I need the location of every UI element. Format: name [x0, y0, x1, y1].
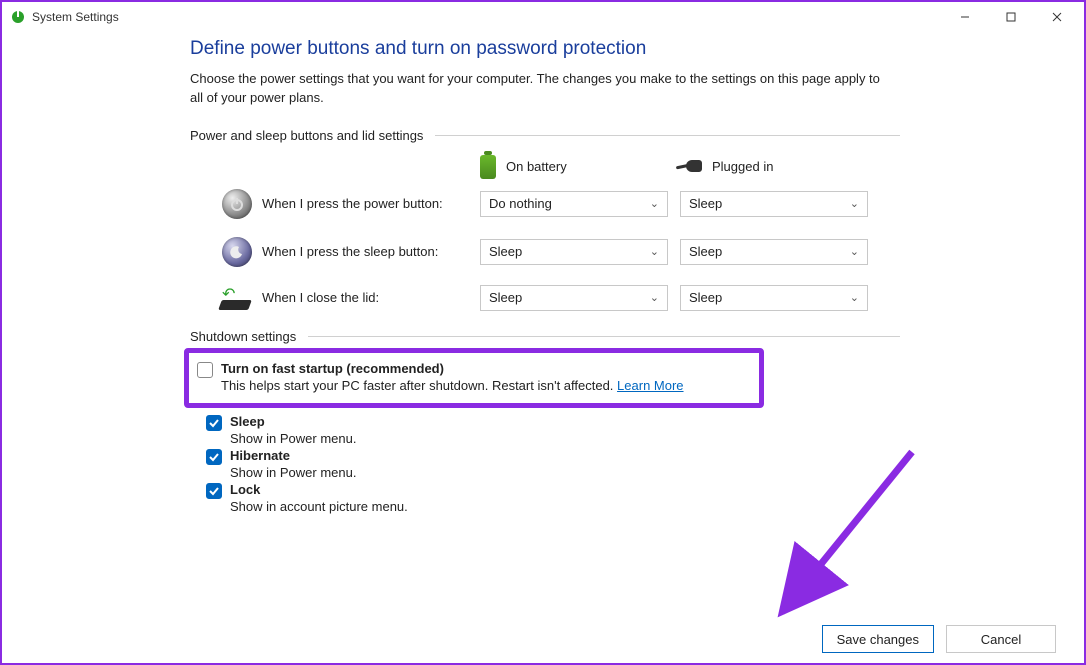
- save-button-label: Save changes: [837, 632, 919, 647]
- power-button-icon: [222, 189, 252, 219]
- fast-startup-highlight: Turn on fast startup (recommended) This …: [184, 348, 764, 408]
- sleep-title: Sleep: [230, 414, 356, 429]
- close-lid-icon: ↶: [218, 286, 252, 310]
- row-lid-label: When I close the lid:: [262, 290, 480, 305]
- lid-plugged-dropdown[interactable]: Sleep ⌄: [680, 285, 868, 311]
- section-shutdown-text: Shutdown settings: [190, 329, 296, 344]
- page-subtitle: Choose the power settings that you want …: [190, 70, 890, 108]
- cancel-button-label: Cancel: [981, 632, 1021, 647]
- row-sleep-label: When I press the sleep button:: [262, 244, 480, 259]
- hibernate-desc: Show in Power menu.: [230, 465, 356, 480]
- lock-checkbox[interactable]: [206, 483, 222, 499]
- row-power-label: When I press the power button:: [262, 196, 480, 211]
- lock-title: Lock: [230, 482, 408, 497]
- fast-startup-row: Turn on fast startup (recommended) This …: [197, 361, 751, 393]
- section-power-sleep-label: Power and sleep buttons and lid settings: [190, 128, 900, 143]
- chevron-down-icon: ⌄: [650, 291, 659, 304]
- sleep-plugged-value: Sleep: [689, 244, 722, 259]
- power-plugged-dropdown[interactable]: Sleep ⌄: [680, 191, 868, 217]
- save-changes-button[interactable]: Save changes: [822, 625, 934, 653]
- row-close-lid: ↶ When I close the lid: Sleep ⌄ Sleep ⌄: [190, 285, 900, 311]
- chevron-down-icon: ⌄: [650, 245, 659, 258]
- row-sleep-button: When I press the sleep button: Sleep ⌄ S…: [190, 237, 900, 267]
- sleep-checkbox[interactable]: [206, 415, 222, 431]
- sleep-button-icon: [222, 237, 252, 267]
- lid-battery-value: Sleep: [489, 290, 522, 305]
- hibernate-title: Hibernate: [230, 448, 356, 463]
- col-on-battery: On battery: [480, 155, 676, 179]
- lid-battery-dropdown[interactable]: Sleep ⌄: [480, 285, 668, 311]
- sleep-battery-value: Sleep: [489, 244, 522, 259]
- sleep-option-row: Sleep Show in Power menu.: [206, 414, 900, 446]
- power-battery-dropdown[interactable]: Do nothing ⌄: [480, 191, 668, 217]
- plug-icon: [676, 160, 702, 174]
- section-shutdown-label: Shutdown settings: [190, 329, 900, 344]
- lid-plugged-value: Sleep: [689, 290, 722, 305]
- sleep-plugged-dropdown[interactable]: Sleep ⌄: [680, 239, 868, 265]
- hibernate-checkbox[interactable]: [206, 449, 222, 465]
- col-battery-label: On battery: [506, 159, 567, 174]
- hibernate-option-row: Hibernate Show in Power menu.: [206, 448, 900, 480]
- battery-icon: [480, 155, 496, 179]
- row-power-button: When I press the power button: Do nothin…: [190, 189, 900, 219]
- learn-more-link[interactable]: Learn More: [617, 378, 683, 393]
- power-battery-value: Do nothing: [489, 196, 552, 211]
- chevron-down-icon: ⌄: [650, 197, 659, 210]
- power-plugged-value: Sleep: [689, 196, 722, 211]
- titlebar: System Settings: [2, 2, 1084, 32]
- chevron-down-icon: ⌄: [850, 245, 859, 258]
- lock-desc: Show in account picture menu.: [230, 499, 408, 514]
- column-headers: On battery Plugged in: [190, 155, 900, 179]
- col-plugged-in: Plugged in: [676, 155, 872, 179]
- sleep-battery-dropdown[interactable]: Sleep ⌄: [480, 239, 668, 265]
- page-heading: Define power buttons and turn on passwor…: [190, 38, 1084, 60]
- close-button[interactable]: [1034, 3, 1080, 31]
- sleep-desc: Show in Power menu.: [230, 431, 356, 446]
- fast-startup-desc: This helps start your PC faster after sh…: [221, 378, 684, 393]
- cancel-button[interactable]: Cancel: [946, 625, 1056, 653]
- chevron-down-icon: ⌄: [850, 291, 859, 304]
- maximize-button[interactable]: [988, 3, 1034, 31]
- fast-startup-checkbox[interactable]: [197, 362, 213, 378]
- window-title: System Settings: [32, 10, 119, 24]
- section-power-sleep-text: Power and sleep buttons and lid settings: [190, 128, 423, 143]
- chevron-down-icon: ⌄: [850, 197, 859, 210]
- app-icon: [10, 9, 26, 25]
- col-plugged-label: Plugged in: [712, 159, 773, 174]
- fast-startup-desc-text: This helps start your PC faster after sh…: [221, 378, 613, 393]
- fast-startup-title: Turn on fast startup (recommended): [221, 361, 684, 376]
- lock-option-row: Lock Show in account picture menu.: [206, 482, 900, 514]
- minimize-button[interactable]: [942, 3, 988, 31]
